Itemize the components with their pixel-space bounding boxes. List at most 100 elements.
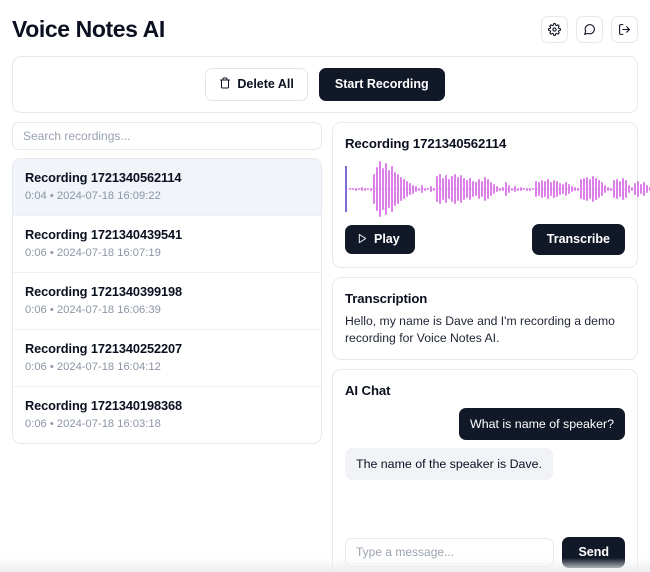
waveform-bar xyxy=(349,188,351,190)
waveform-bar xyxy=(427,188,429,190)
recording-title: Recording 1721340399198 xyxy=(25,284,183,299)
recording-list-item[interactable]: Recording 1721340399198 0:06 • 2024-07-18… xyxy=(13,273,321,330)
waveform-bar xyxy=(580,179,582,199)
waveform-bar xyxy=(529,187,531,191)
waveform-bar xyxy=(550,182,552,196)
waveform-bar xyxy=(571,186,573,192)
waveform-bar xyxy=(499,187,501,191)
transcribe-label: Transcribe xyxy=(546,232,610,246)
waveform-bar xyxy=(373,174,375,204)
waveform-bar xyxy=(436,176,438,202)
detail-column: Recording 1721340562114 Play Transcribe … xyxy=(332,122,650,572)
recording-list-item[interactable]: Recording 1721340439541 0:06 • 2024-07-18… xyxy=(13,216,321,273)
waveform-bar xyxy=(382,168,384,210)
recording-list-item[interactable]: Recording 1721340562114 0:04 • 2024-07-18… xyxy=(13,159,321,216)
settings-button[interactable] xyxy=(541,15,568,43)
toolbar: Delete All Start Recording xyxy=(12,56,638,113)
waveform[interactable] xyxy=(345,161,650,217)
waveform-bar xyxy=(568,184,570,194)
waveform-bar xyxy=(391,166,393,212)
chat-assistant-bubble: The name of the speaker is Dave. xyxy=(345,447,553,480)
recording-meta: 0:06 • 2024-07-18 16:07:19 xyxy=(25,247,161,259)
waveform-bar xyxy=(508,185,510,193)
waveform-bar xyxy=(472,181,474,197)
waveform-bar xyxy=(619,181,621,197)
waveform-bar xyxy=(406,181,408,197)
waveform-bar xyxy=(637,181,639,197)
recording-meta: 0:06 • 2024-07-18 16:04:12 xyxy=(25,361,161,373)
app-root: Voice Notes AI Delete All Start Recordin… xyxy=(0,0,650,572)
waveform-bar xyxy=(460,175,462,203)
waveform-bar xyxy=(454,174,456,204)
waveform-bar xyxy=(442,178,444,200)
waveform-bar xyxy=(496,186,498,192)
waveform-bar xyxy=(445,175,447,203)
waveform-bar xyxy=(577,187,579,191)
waveform-bar xyxy=(646,185,648,193)
ai-chat-title: AI Chat xyxy=(345,382,391,398)
waveform-bar xyxy=(631,187,633,191)
waveform-bar xyxy=(376,167,378,211)
waveform-bar xyxy=(523,188,525,190)
waveform-bar xyxy=(433,187,435,191)
waveform-bar xyxy=(463,178,465,200)
waveform-bar xyxy=(505,182,507,196)
waveform-bar xyxy=(562,184,564,194)
toolbar-wrapper: Delete All Start Recording xyxy=(0,48,650,113)
waveform-bar xyxy=(628,185,630,193)
waveform-bar xyxy=(502,187,504,191)
waveform-bar xyxy=(388,170,390,208)
waveform-bar xyxy=(469,178,471,200)
logout-button[interactable] xyxy=(611,15,638,43)
waveform-playhead[interactable] xyxy=(345,166,347,212)
waveform-bar xyxy=(487,179,489,199)
waveform-bar xyxy=(361,187,363,191)
waveform-bar xyxy=(355,187,357,191)
waveform-bar xyxy=(451,176,453,202)
waveform-bar xyxy=(604,185,606,193)
play-button[interactable]: Play xyxy=(345,224,415,254)
waveform-bar xyxy=(556,181,558,197)
search-input[interactable] xyxy=(12,122,322,150)
waveform-bar xyxy=(514,186,516,192)
waveform-bar xyxy=(607,187,609,191)
waveform-bar xyxy=(466,180,468,198)
send-label: Send xyxy=(578,545,609,559)
waveform-bar xyxy=(379,161,381,217)
waveform-bar xyxy=(457,177,459,201)
recording-title: Recording 1721340252207 xyxy=(25,341,183,356)
recording-meta: 0:06 • 2024-07-18 16:06:39 xyxy=(25,304,161,316)
recording-title: Recording 1721340562114 xyxy=(25,170,182,185)
transcription-panel: Transcription Hello, my name is Dave and… xyxy=(332,276,638,360)
waveform-bar xyxy=(553,180,555,198)
logout-icon xyxy=(618,23,631,36)
waveform-bar xyxy=(535,181,537,197)
waveform-bar xyxy=(409,183,411,195)
page-title: Voice Notes AI xyxy=(12,16,165,42)
waveform-bar xyxy=(412,184,414,194)
waveform-bar xyxy=(574,187,576,191)
waveform-bar xyxy=(424,187,426,191)
chat-button[interactable] xyxy=(576,15,603,43)
waveform-bar xyxy=(526,187,528,191)
waveform-bar xyxy=(370,187,372,191)
player-panel: Recording 1721340562114 Play Transcribe xyxy=(332,122,650,268)
waveform-bar xyxy=(385,163,387,215)
chat-message-row: The name of the speaker is Dave. xyxy=(345,447,625,480)
page-bottom-fade xyxy=(0,558,650,572)
recording-list-item[interactable]: Recording 1721340252207 0:06 • 2024-07-18… xyxy=(13,330,321,387)
waveform-bar xyxy=(397,174,399,204)
waveform-bar xyxy=(490,182,492,196)
waveform-bar xyxy=(439,174,441,204)
waveform-bar xyxy=(634,183,636,195)
player-title: Recording 1721340562114 xyxy=(345,136,507,151)
start-recording-button[interactable]: Start Recording xyxy=(318,68,445,101)
delete-all-button[interactable]: Delete All xyxy=(205,68,308,101)
transcription-title: Transcription xyxy=(345,290,428,306)
player-controls: Play Transcribe xyxy=(345,224,625,255)
transcribe-button[interactable]: Transcribe xyxy=(531,224,625,255)
recording-list-item[interactable]: Recording 1721340198368 0:06 • 2024-07-18… xyxy=(13,387,321,443)
waveform-bar xyxy=(415,186,417,192)
waveform-bar xyxy=(601,182,603,196)
waveform-bar xyxy=(481,181,483,197)
